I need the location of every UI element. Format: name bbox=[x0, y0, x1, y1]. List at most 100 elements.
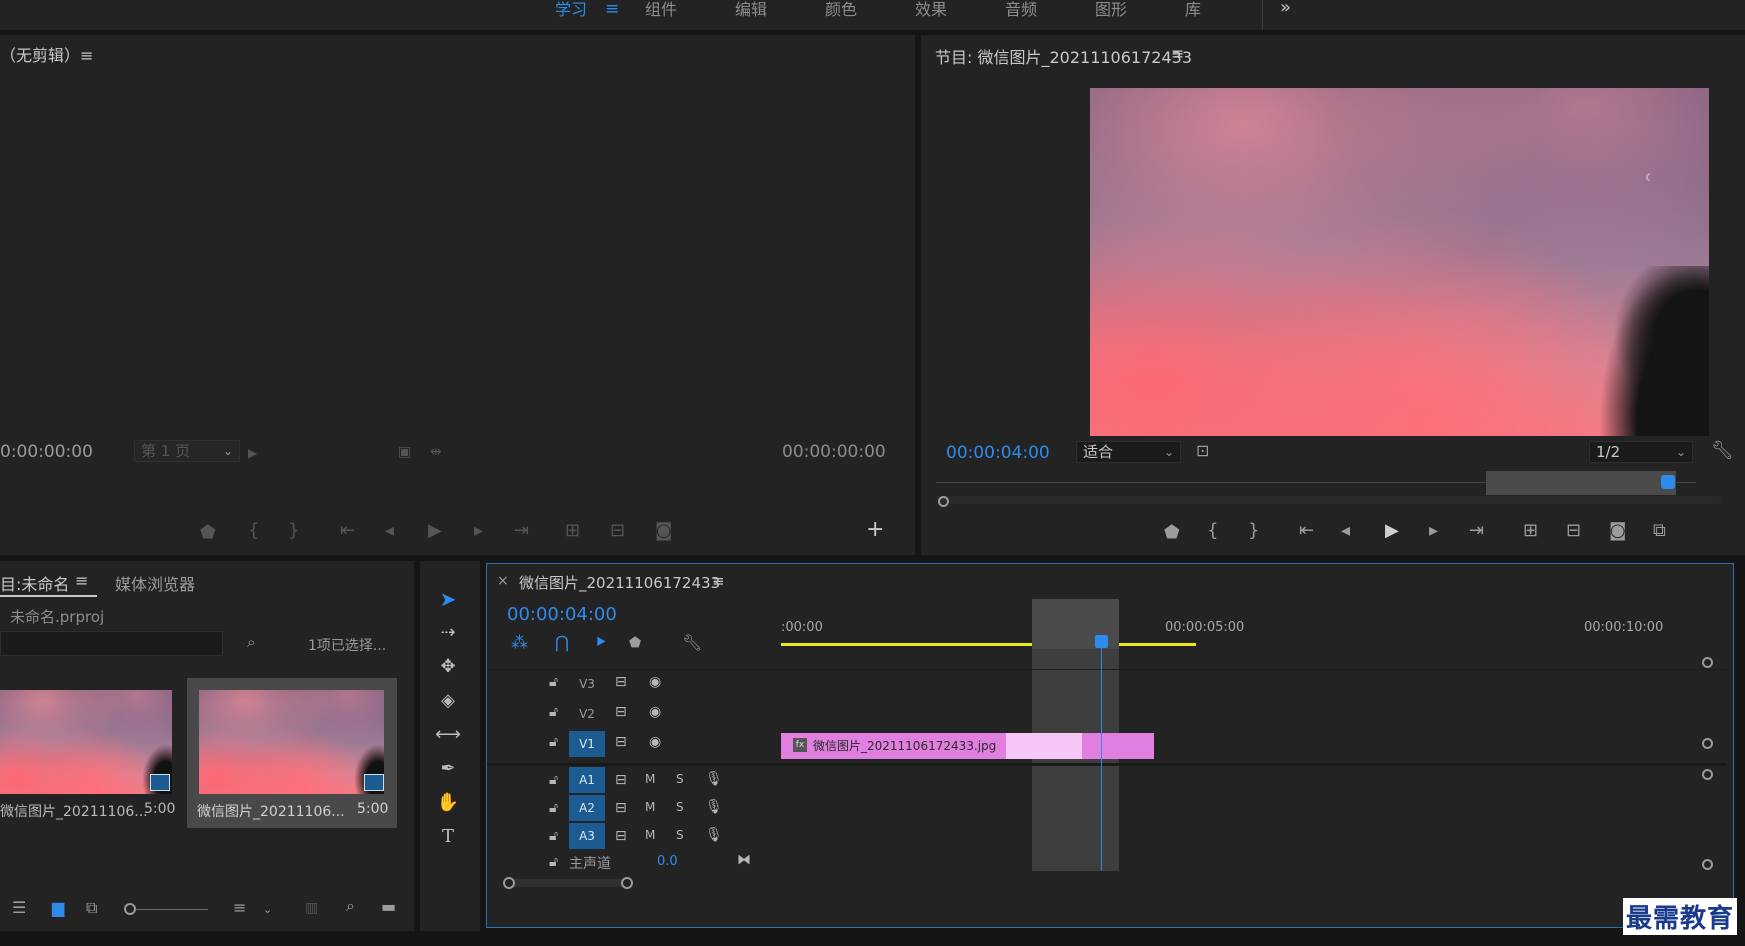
drag-icon[interactable]: ⇹ bbox=[430, 443, 442, 461]
mark-in-icon[interactable]: { bbox=[248, 522, 259, 540]
safe-margins-icon[interactable]: ⊡ bbox=[1196, 442, 1209, 460]
playhead-handle[interactable] bbox=[1095, 635, 1108, 648]
slip-tool-icon[interactable]: ⟷ bbox=[432, 721, 464, 749]
master-volume-value[interactable]: 0.0 bbox=[657, 854, 678, 869]
work-area-bar[interactable] bbox=[781, 643, 1196, 646]
audio-vertical-scrollbar[interactable] bbox=[1702, 769, 1714, 870]
type-tool-icon[interactable]: T bbox=[432, 823, 464, 851]
new-bin-icon[interactable]: ▬ bbox=[381, 898, 396, 916]
mute-button[interactable]: M bbox=[645, 828, 655, 842]
eye-icon[interactable]: ◉ bbox=[649, 674, 661, 690]
workspace-tab-color[interactable]: 颜色 bbox=[825, 0, 857, 19]
track-target-v3[interactable]: V3 bbox=[569, 671, 605, 697]
go-to-in-icon[interactable]: ⇤ bbox=[1299, 522, 1314, 540]
go-to-out-icon[interactable]: ⇥ bbox=[1469, 522, 1484, 540]
compare-icon[interactable]: ⧉ bbox=[1653, 522, 1666, 540]
sync-lock-icon[interactable]: ⊟ bbox=[615, 704, 627, 720]
workspace-tab-graphics[interactable]: 图形 bbox=[1095, 0, 1127, 19]
track-target-v2[interactable]: V2 bbox=[569, 701, 605, 727]
track-target-v1[interactable]: V1 bbox=[569, 731, 605, 757]
zoom-slider[interactable] bbox=[126, 909, 208, 910]
program-menu-icon[interactable]: ≡ bbox=[1171, 44, 1184, 63]
microphone-icon[interactable]: 🎙︎ bbox=[705, 827, 723, 843]
timeline-title[interactable]: 微信图片_20211106172433 bbox=[519, 572, 720, 593]
track-select-tool-icon[interactable]: ⇢ bbox=[432, 619, 464, 647]
track-target-a1[interactable]: A1 bbox=[569, 767, 605, 793]
icon-view-icon[interactable]: ▆ bbox=[52, 899, 64, 917]
lock-icon[interactable]: 🔓︎ bbox=[549, 854, 558, 870]
lock-icon[interactable]: 🔓︎ bbox=[549, 772, 558, 788]
sync-lock-icon[interactable]: ⊟ bbox=[615, 674, 627, 690]
program-timecode[interactable]: 00:00:04:00 bbox=[946, 443, 1050, 463]
lock-icon[interactable]: 🔓︎ bbox=[549, 704, 558, 720]
mark-in-icon[interactable]: { bbox=[1207, 522, 1218, 540]
go-to-in-icon[interactable]: ⇤ bbox=[340, 522, 355, 540]
eye-icon[interactable]: ◉ bbox=[649, 704, 661, 720]
chevron-down-icon[interactable]: ⌄ bbox=[263, 901, 272, 919]
program-monitor-title[interactable]: 节目: 微信图片_20211106172433 bbox=[935, 44, 1192, 68]
timeline-clip[interactable]: fx 微信图片_20211106172433.jpg bbox=[781, 733, 1154, 759]
workspace-tab-effects[interactable]: 效果 bbox=[915, 0, 947, 19]
program-work-area[interactable] bbox=[1486, 471, 1676, 495]
sync-lock-icon[interactable]: ⊟ bbox=[615, 828, 627, 844]
go-to-out-icon[interactable]: ⇥ bbox=[514, 522, 529, 540]
insert-icon[interactable]: ⊞ bbox=[565, 522, 580, 540]
workspace-tab-editing[interactable]: 编辑 bbox=[735, 0, 767, 19]
hand-tool-icon[interactable]: ✋ bbox=[432, 789, 464, 817]
wrench-icon[interactable]: 🔧︎ bbox=[682, 634, 702, 652]
playhead[interactable] bbox=[1101, 639, 1102, 871]
mark-out-icon[interactable]: } bbox=[288, 522, 299, 540]
sync-lock-icon[interactable]: ⊟ bbox=[615, 772, 627, 788]
mute-button[interactable]: M bbox=[645, 800, 655, 814]
close-icon[interactable]: × bbox=[497, 573, 509, 589]
lock-icon[interactable]: 🔓︎ bbox=[549, 674, 558, 690]
camera-icon[interactable]: ◙ bbox=[655, 522, 672, 540]
step-forward-icon[interactable]: ▸ bbox=[474, 522, 483, 540]
collapse-icon[interactable]: ⧓ bbox=[737, 852, 751, 868]
page-select[interactable]: 第 1 页 ⌄ bbox=[134, 440, 240, 462]
overwrite-icon[interactable]: ⊟ bbox=[610, 522, 625, 540]
add-marker-icon[interactable]: ⬟ bbox=[629, 634, 641, 652]
insert-icon[interactable]: ▣ bbox=[398, 443, 411, 461]
lock-icon[interactable]: 🔓︎ bbox=[549, 734, 558, 750]
linked-selection-icon[interactable]: ⯈ bbox=[594, 634, 608, 652]
wrench-icon[interactable]: 🔧︎ bbox=[1711, 442, 1734, 460]
tab-project[interactable]: 目:未命名 bbox=[0, 571, 69, 595]
selection-tool-icon[interactable]: ➤ bbox=[432, 585, 464, 613]
overflow-icon[interactable]: » bbox=[1280, 0, 1291, 18]
nest-icon[interactable]: ⁂ bbox=[511, 634, 528, 652]
workspace-tab-libraries[interactable]: 库 bbox=[1185, 0, 1201, 19]
extract-icon[interactable]: ⊟ bbox=[1566, 522, 1581, 540]
ripple-edit-tool-icon[interactable]: ✥ bbox=[432, 653, 464, 681]
freeform-view-icon[interactable]: ⧉ bbox=[86, 899, 97, 917]
scroll-handle[interactable] bbox=[1702, 769, 1713, 780]
zoom-slider-handle[interactable] bbox=[124, 903, 136, 915]
mark-out-icon[interactable]: } bbox=[1248, 522, 1259, 540]
play-icon[interactable]: ▶ bbox=[248, 444, 257, 462]
solo-button[interactable]: S bbox=[676, 828, 684, 842]
marker-icon[interactable]: ⬟ bbox=[200, 524, 216, 542]
lock-icon[interactable]: 🔓︎ bbox=[549, 800, 558, 816]
step-back-icon[interactable]: ◂ bbox=[385, 522, 394, 540]
timeline-zoom-bar[interactable] bbox=[507, 879, 632, 887]
scroll-handle[interactable] bbox=[1702, 738, 1713, 749]
track-target-a2[interactable]: A2 bbox=[569, 795, 605, 821]
playhead-handle[interactable] bbox=[1661, 475, 1675, 489]
lock-icon[interactable]: 🔓︎ bbox=[549, 828, 558, 844]
video-vertical-scrollbar[interactable] bbox=[1702, 657, 1714, 749]
add-button-icon[interactable]: + bbox=[866, 519, 884, 541]
play-icon[interactable]: ▶ bbox=[428, 522, 442, 540]
zoom-handle-left[interactable] bbox=[503, 877, 515, 889]
lift-icon[interactable]: ⊞ bbox=[1523, 522, 1538, 540]
tab-menu-icon[interactable]: ≡ bbox=[75, 571, 88, 590]
search-icon[interactable]: ⌕ bbox=[346, 897, 355, 915]
microphone-icon[interactable]: 🎙︎ bbox=[705, 799, 723, 815]
tab-media-browser[interactable]: 媒体浏览器 bbox=[115, 571, 195, 595]
find-icon[interactable]: ⌕ bbox=[247, 633, 255, 651]
zoom-handle[interactable] bbox=[938, 496, 949, 507]
scroll-handle[interactable] bbox=[1702, 657, 1713, 668]
eye-icon[interactable]: ◉ bbox=[649, 734, 661, 750]
zoom-handle-right[interactable] bbox=[621, 877, 633, 889]
fit-select[interactable]: 适合 ⌄ bbox=[1076, 441, 1181, 463]
resolution-select[interactable]: 1/2 ⌄ bbox=[1589, 441, 1693, 463]
